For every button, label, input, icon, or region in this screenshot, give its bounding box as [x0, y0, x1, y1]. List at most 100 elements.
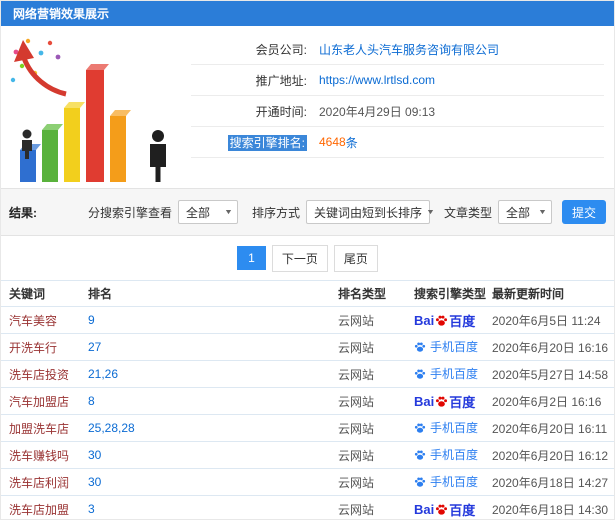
updated-time-cell: 2020年6月18日 14:27 — [492, 468, 614, 496]
page-title: 网络营销效果展示 — [13, 7, 110, 21]
header-keyword: 关键词 — [1, 280, 88, 307]
mobile-baidu-label: 手机百度 — [414, 365, 478, 382]
engine-cell: Bai百度 手机百度 — [414, 333, 492, 361]
page-1-button[interactable]: 1 — [237, 246, 266, 270]
bar-chart-clipart — [10, 38, 166, 182]
article-type-value: 全部 — [505, 205, 530, 220]
keyword-cell: 洗车店加盟 — [1, 495, 88, 519]
baidu-logo: Bai 百度 — [414, 501, 476, 518]
rank-link[interactable]: 8 — [88, 394, 95, 408]
updated-time-cell: 2020年6月18日 14:30 — [492, 495, 614, 519]
rank-count-value: 4648 — [319, 135, 346, 149]
rank-link[interactable]: 30 — [88, 448, 101, 462]
pagination: 1 下一页 尾页 — [1, 236, 614, 280]
table-row: 开洗车行 27 云网站 Bai百度 手机百度 2020年6月20日 16:16 — [1, 333, 614, 361]
rank-link[interactable]: 3 — [88, 502, 95, 516]
member-company-label: 会员公司: — [255, 42, 307, 57]
baidu-paw-icon — [414, 368, 426, 380]
table-row: 洗车店利润 30 云网站 Bai百度 手机百度 2020年6月18日 14:27 — [1, 468, 614, 496]
open-time-label: 开通时间: — [255, 104, 307, 119]
rank-count-row: 搜索引擎排名: 4648 条 — [191, 127, 604, 158]
mobile-baidu-label: 手机百度 — [414, 338, 478, 355]
rank-count-label: 搜索引擎排名: — [227, 134, 307, 151]
engine-cell: Bai百度 手机百度 — [414, 306, 492, 334]
rank-type-cell: 云网站 — [338, 468, 414, 496]
promo-url-row: 推广地址: https://www.lrtlsd.com — [191, 65, 604, 96]
keyword-cell: 开洗车行 — [1, 333, 88, 361]
rank-type-cell: 云网站 — [338, 333, 414, 361]
member-info-list: 会员公司: 山东老人头汽车服务咨询有限公司 推广地址: https://www.… — [191, 26, 614, 188]
header-updated: 最新更新时间 — [492, 280, 614, 307]
rank-type-cell: 云网站 — [338, 387, 414, 415]
keyword-cell: 加盟洗车店 — [1, 414, 88, 442]
member-company-row: 会员公司: 山东老人头汽车服务咨询有限公司 — [191, 34, 604, 65]
updated-time-cell: 2020年6月20日 16:16 — [492, 333, 614, 361]
sort-value: 关键词由短到长排序 — [313, 205, 422, 220]
baidu-paw-icon — [414, 476, 426, 488]
filter-controls: 分搜索引擎查看 全部 ▼ 排序方式 关键词由短到长排序 ▼ 文章类型 全部 ▼ … — [74, 200, 606, 224]
engine-cell: Bai百度 手机百度 — [414, 441, 492, 469]
rank-type-cell: 云网站 — [338, 414, 414, 442]
rank-link[interactable]: 25,28,28 — [88, 421, 135, 435]
promo-url-label: 推广地址: — [255, 73, 307, 88]
keyword-cell: 汽车美容 — [1, 306, 88, 334]
mobile-baidu-label: 手机百度 — [414, 419, 478, 436]
chevron-down-icon: ▼ — [538, 208, 548, 216]
rank-link[interactable]: 27 — [88, 340, 101, 354]
table-row: 汽车加盟店 8 云网站 Bai百度 手机百度 2020年6月2日 16:16 — [1, 387, 614, 415]
baidu-paw-icon — [414, 422, 426, 434]
baidu-logo: Bai 百度 — [414, 312, 476, 329]
keyword-cell: 洗车赚钱吗 — [1, 441, 88, 469]
baidu-paw-icon — [435, 314, 448, 327]
table-header-row: 关键词 排名 排名类型 搜索引擎类型 最新更新时间 — [1, 280, 614, 307]
rank-link[interactable]: 9 — [88, 313, 95, 327]
rank-type-cell: 云网站 — [338, 495, 414, 519]
engine-cell: Bai百度 手机百度 — [414, 495, 492, 519]
updated-time-cell: 2020年6月20日 16:12 — [492, 441, 614, 469]
rank-type-cell: 云网站 — [338, 441, 414, 469]
engine-cell: Bai百度 手机百度 — [414, 414, 492, 442]
chevron-down-icon: ▼ — [425, 208, 435, 216]
marketing-report-page: 网络营销效果展示 会员公司: 山东老人头汽车服务咨询有限公司 推广地址: htt… — [0, 0, 615, 520]
open-time-row: 开通时间: 2020年4月29日 09:13 — [191, 96, 604, 127]
keyword-cell: 洗车店利润 — [1, 468, 88, 496]
sort-select[interactable]: 关键词由短到长排序 ▼ — [305, 200, 435, 224]
engine-cell: Bai百度 手机百度 — [414, 468, 492, 496]
member-company-link[interactable]: 山东老人头汽车服务咨询有限公司 — [319, 41, 499, 58]
rank-link[interactable]: 30 — [88, 475, 101, 489]
submit-button[interactable]: 提交 — [561, 200, 606, 224]
baidu-paw-icon — [414, 341, 426, 353]
filter-bar: 结果: 分搜索引擎查看 全部 ▼ 排序方式 关键词由短到长排序 ▼ 文章类型 全… — [1, 188, 614, 236]
keyword-rank-table: 关键词 排名 排名类型 搜索引擎类型 最新更新时间 汽车美容 9 云网站 Bai… — [1, 280, 614, 519]
rank-link[interactable]: 21,26 — [88, 367, 118, 381]
growth-chart-illustration — [1, 26, 191, 188]
article-type-label: 文章类型 — [443, 205, 492, 220]
next-page-button[interactable]: 下一页 — [271, 244, 328, 272]
mobile-baidu-label: 手机百度 — [414, 473, 478, 490]
last-page-button[interactable]: 尾页 — [333, 244, 378, 272]
promo-url-link[interactable]: https://www.lrtlsd.com — [319, 73, 435, 87]
table-row: 洗车店加盟 3 云网站 Bai百度 手机百度 2020年6月18日 14:30 — [1, 495, 614, 519]
baidu-logo: Bai 百度 — [414, 393, 476, 410]
open-time-value: 2020年4月29日 09:13 — [319, 104, 436, 119]
sort-label: 排序方式 — [251, 205, 300, 220]
engine-filter-select[interactable]: 全部 ▼ — [177, 200, 238, 224]
rank-count-unit-link[interactable]: 条 — [346, 134, 358, 151]
rank-type-cell: 云网站 — [338, 360, 414, 388]
mobile-baidu-label: 手机百度 — [414, 446, 478, 463]
rank-type-cell: 云网站 — [338, 306, 414, 334]
page-header: 网络营销效果展示 — [1, 1, 614, 26]
updated-time-cell: 2020年5月27日 14:58 — [492, 360, 614, 388]
keyword-cell: 洗车店投资 — [1, 360, 88, 388]
article-type-select[interactable]: 全部 ▼ — [497, 200, 552, 224]
engine-filter-value: 全部 — [185, 205, 210, 220]
results-label: 结果: — [9, 205, 37, 220]
chevron-down-icon: ▼ — [223, 208, 233, 216]
engine-filter-label: 分搜索引擎查看 — [87, 205, 172, 220]
header-rank: 排名 — [88, 280, 338, 307]
engine-cell: Bai百度 手机百度 — [414, 387, 492, 415]
engine-cell: Bai百度 手机百度 — [414, 360, 492, 388]
rank-count-label-wrap: 搜索引擎排名: — [191, 134, 307, 151]
baidu-paw-icon — [414, 449, 426, 461]
table-row: 汽车美容 9 云网站 Bai百度 手机百度 2020年6月5日 11:24 — [1, 306, 614, 334]
